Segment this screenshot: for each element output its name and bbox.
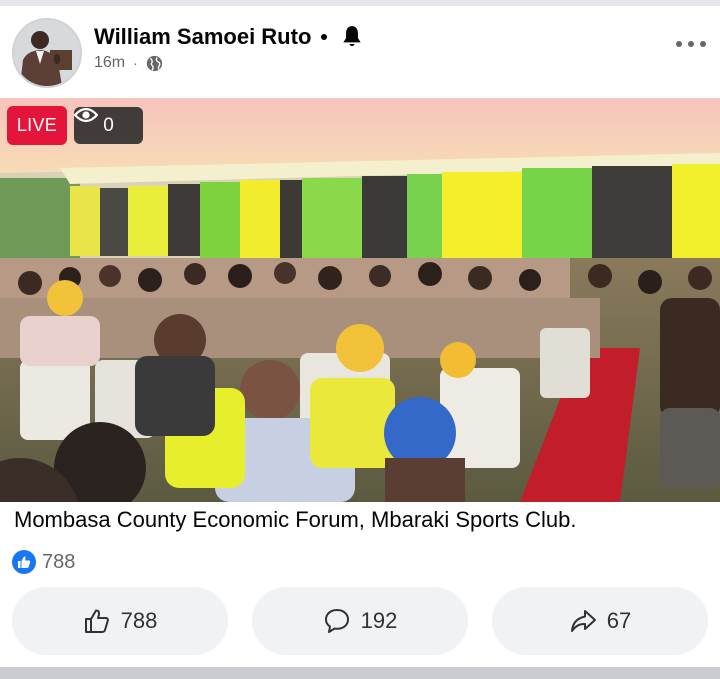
post-time[interactable]: 16m	[94, 54, 125, 72]
meta-separator: ·	[133, 55, 138, 71]
like-button[interactable]: 788	[12, 587, 228, 655]
share-button[interactable]: 67	[492, 587, 708, 655]
viewer-count-badge: 0	[74, 107, 143, 144]
live-video[interactable]: LIVE 0	[0, 98, 720, 502]
more-dot	[676, 41, 682, 47]
thumbs-up-icon	[84, 609, 109, 633]
video-frame	[0, 98, 720, 502]
more-options-icon[interactable]	[676, 36, 706, 52]
viewer-count: 0	[103, 114, 114, 136]
author-name[interactable]: William Samoei Ruto	[94, 24, 311, 50]
live-badge: LIVE	[7, 106, 67, 145]
comment-count: 192	[360, 608, 398, 633]
separator-dot	[321, 34, 328, 40]
post-actions: 788 192 67	[12, 587, 710, 655]
more-dot	[688, 41, 694, 47]
post-caption: Mombasa County Economic Forum, Mbaraki S…	[14, 507, 577, 532]
bell-icon[interactable]	[339, 24, 365, 50]
share-icon	[570, 610, 596, 632]
author-row: William Samoei Ruto	[94, 22, 365, 52]
post-meta: 16m ·	[94, 53, 163, 73]
comment-icon	[324, 609, 349, 633]
bottom-divider	[0, 667, 720, 679]
eye-icon	[74, 107, 98, 123]
reaction-summary[interactable]: 788	[12, 550, 75, 574]
post-header: William Samoei Ruto 16m ·	[0, 6, 720, 98]
more-dot	[700, 41, 706, 47]
share-count: 67	[606, 608, 632, 633]
globe-icon	[146, 55, 162, 71]
avatar[interactable]	[12, 18, 82, 88]
like-count: 788	[120, 608, 158, 633]
reaction-count: 788	[42, 550, 76, 573]
like-reaction-icon	[12, 550, 36, 574]
comment-button[interactable]: 192	[252, 587, 468, 655]
